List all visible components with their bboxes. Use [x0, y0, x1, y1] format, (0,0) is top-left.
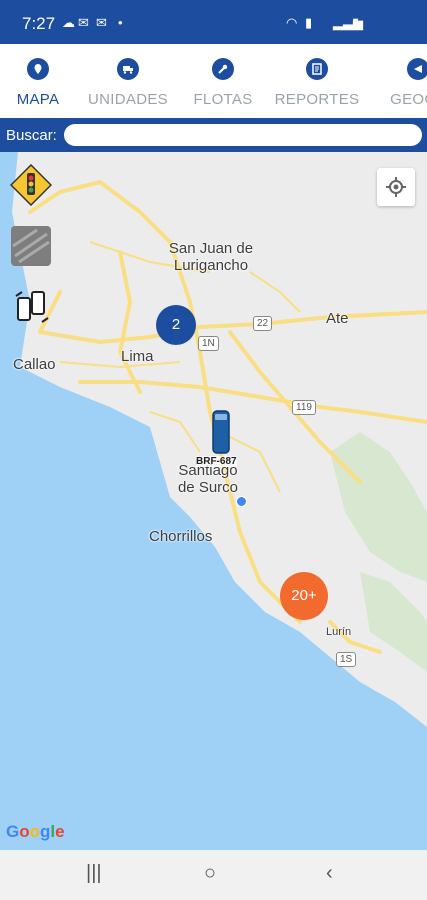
- geofence-icon: [407, 58, 427, 80]
- place-santiago-de-surco: Santiago de Surco: [177, 462, 239, 496]
- tab-bar: MAPA UNIDADES FLOTAS REPORTES GEOCE: [0, 44, 427, 160]
- tab-flotas-label: FLOTAS: [193, 91, 253, 108]
- battery-icon: ▮: [352, 15, 360, 30]
- lte-icon: ▮: [305, 15, 313, 30]
- truck-marker-icon: [212, 410, 230, 454]
- vehicle-marker[interactable]: [212, 410, 230, 459]
- tab-mapa[interactable]: MAPA: [0, 44, 76, 118]
- traffic-light-icon: [9, 163, 53, 207]
- status-bar: 7:27 ☁ ✉ ✉ • ◠ ▮ ▂▃▅ ▮: [0, 0, 427, 44]
- place-ate: Ate: [326, 310, 349, 327]
- report-icon: [306, 58, 328, 80]
- map-pin-icon: [27, 58, 49, 80]
- gmail-icon: ✉: [78, 15, 89, 30]
- status-time: 7:27: [22, 14, 56, 33]
- place-callao: Callao: [13, 356, 56, 373]
- tab-mapa-label: MAPA: [16, 91, 60, 108]
- wifi-icon: ◠: [286, 15, 298, 30]
- home-icon[interactable]: ○: [204, 862, 216, 885]
- mail-icon: ✉: [96, 15, 107, 30]
- current-location-dot: [236, 496, 247, 507]
- map-view[interactable]: San Juan de Lurigancho Ate Lima Callao S…: [0, 152, 427, 850]
- truck-icon: [117, 58, 139, 80]
- dot-icon: •: [118, 15, 123, 30]
- place-lima: Lima: [121, 348, 154, 365]
- tab-flotas[interactable]: FLOTAS: [186, 44, 260, 118]
- highway-shield: 119: [292, 400, 316, 415]
- crosshair-icon: [386, 177, 406, 197]
- tab-geocercas-label: GEOCE: [390, 91, 427, 108]
- place-chorrillos: Chorrillos: [149, 528, 213, 545]
- search-bar: Buscar:: [0, 118, 427, 152]
- swap-device-icon: [15, 291, 49, 323]
- tab-reportes[interactable]: REPORTES: [272, 44, 362, 118]
- my-location-button[interactable]: [377, 168, 415, 206]
- search-input[interactable]: [64, 124, 422, 146]
- satellite-icon: [12, 228, 50, 264]
- tab-geocercas[interactable]: GEOCE: [378, 44, 427, 118]
- vehicle-cluster-marker[interactable]: 2: [156, 305, 196, 345]
- highway-shield: 1N: [198, 336, 219, 351]
- google-logo: Google: [6, 822, 65, 841]
- search-label: Buscar:: [6, 127, 57, 144]
- back-icon[interactable]: ‹: [326, 862, 333, 885]
- satellite-layer-button[interactable]: [11, 226, 51, 266]
- vehicle-plate-label: BRF-687: [196, 456, 237, 467]
- highway-shield: 22: [253, 316, 273, 331]
- highway-shield: 1S: [336, 652, 357, 667]
- wrench-icon: [212, 58, 234, 80]
- place-san-juan-de-lurigancho: San Juan de Lurigancho: [168, 240, 254, 274]
- vehicle-cluster-marker[interactable]: 20+: [280, 572, 328, 620]
- tab-unidades[interactable]: UNIDADES: [82, 44, 174, 118]
- switch-view-button[interactable]: [12, 288, 52, 333]
- tab-unidades-label: UNIDADES: [88, 91, 168, 108]
- tab-reportes-label: REPORTES: [274, 91, 360, 108]
- recent-apps-icon[interactable]: |||: [86, 862, 102, 885]
- traffic-button[interactable]: [9, 163, 53, 211]
- android-nav-bar: ||| ○ ‹: [0, 850, 427, 900]
- cloud-icon: ☁: [62, 15, 75, 30]
- place-lurin: Lurín: [326, 626, 352, 638]
